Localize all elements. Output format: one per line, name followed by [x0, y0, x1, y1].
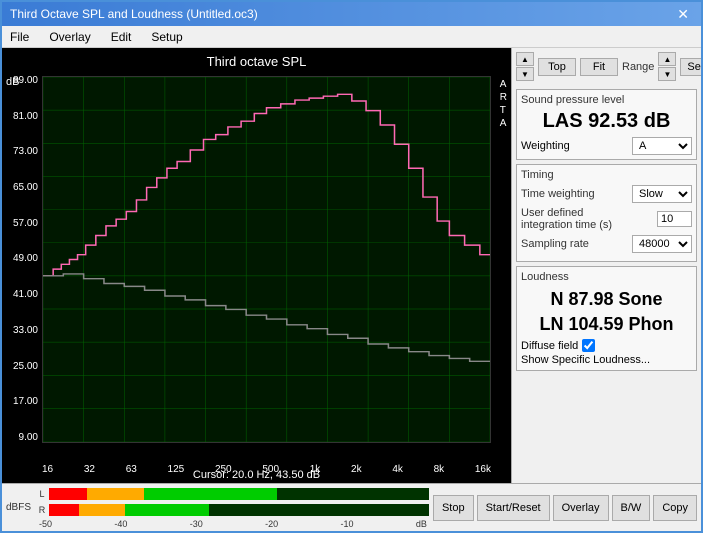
stop-button[interactable]: Stop [433, 495, 474, 521]
diffuse-checkbox[interactable] [582, 339, 595, 352]
weighting-label: Weighting [521, 140, 570, 152]
spl-section: Sound pressure level LAS 92.53 dB Weight… [516, 89, 697, 160]
menu-bar: File Overlay Edit Setup [2, 26, 701, 48]
sampling-label: Sampling rate [521, 238, 632, 250]
y-label-4: 57.00 [13, 219, 38, 229]
tick-5: dB [416, 519, 427, 529]
right-meter-bar [49, 504, 429, 516]
menu-file[interactable]: File [6, 28, 33, 46]
title-bar: Third Octave SPL and Loudness (Untitled.… [2, 2, 701, 26]
left-meter-bar [49, 488, 429, 500]
diffuse-label: Diffuse field [521, 340, 578, 352]
left-meter-row: L [37, 487, 429, 501]
arta-label: ARTA [500, 78, 507, 130]
top-controls: ▲ ▼ Top Fit Range ▲ ▼ Set [516, 52, 697, 81]
dbfs-label: dBFS [6, 502, 31, 513]
y-label-7: 33.00 [13, 326, 38, 336]
meter-container: L R -50 [37, 486, 429, 529]
y-label-0: 89.00 [13, 76, 38, 86]
fit-button[interactable]: Fit [580, 58, 618, 76]
integration-input[interactable]: 10 [657, 211, 692, 227]
app-window: Third Octave SPL and Loudness (Untitled.… [0, 0, 703, 533]
tick-2: -30 [190, 519, 203, 529]
close-button[interactable]: ✕ [673, 6, 693, 23]
diffuse-row: Diffuse field [521, 339, 692, 352]
chart-area: dB Third octave SPL ARTA 89.00 81.00 73.… [2, 48, 511, 483]
menu-setup[interactable]: Setup [147, 28, 186, 46]
y-label-5: 49.00 [13, 254, 38, 264]
chart-svg [43, 77, 490, 442]
loudness-title: Loudness [521, 271, 692, 283]
y-label-2: 73.00 [13, 147, 38, 157]
specific-row: Show Specific Loudness... [521, 354, 692, 366]
y-label-9: 17.00 [13, 397, 38, 407]
right-channel-label: R [37, 505, 47, 515]
loudness-line2: LN 104.59 Phon [521, 312, 692, 337]
y-label-6: 41.00 [13, 290, 38, 300]
overlay-button[interactable]: Overlay [553, 495, 609, 521]
y-label-8: 25.00 [13, 362, 38, 372]
y-axis-labels: 89.00 81.00 73.00 65.00 57.00 49.00 41.0… [2, 76, 42, 443]
loudness-section: Loudness N 87.98 Sone LN 104.59 Phon Dif… [516, 266, 697, 371]
x-label-1: 32 [84, 464, 95, 475]
sampling-select[interactable]: 48000 44100 96000 [632, 235, 692, 253]
menu-edit[interactable]: Edit [107, 28, 136, 46]
timing-section: Timing Time weighting Slow Fast Impulse … [516, 164, 697, 262]
right-panel: ▲ ▼ Top Fit Range ▲ ▼ Set Sound pressure… [511, 48, 701, 483]
top-arrow-down[interactable]: ▼ [516, 67, 534, 81]
top-arrow-group: ▲ ▼ [516, 52, 534, 81]
x-label-7: 2k [351, 464, 362, 475]
x-label-9: 8k [434, 464, 445, 475]
bw-button[interactable]: B/W [612, 495, 651, 521]
x-label-3: 125 [168, 464, 185, 475]
show-specific-label: Show Specific Loudness... [521, 354, 650, 366]
x-label-0: 16 [42, 464, 53, 475]
range-arrow-down[interactable]: ▼ [658, 67, 676, 81]
bottom-buttons: Stop Start/Reset Overlay B/W Copy [433, 495, 697, 521]
weighting-row: Weighting A B C Z [521, 137, 692, 155]
menu-overlay[interactable]: Overlay [45, 28, 94, 46]
tick-0: -50 [39, 519, 52, 529]
meter-ticks: -50 -40 -30 -20 -10 dB [37, 519, 429, 529]
timing-title: Timing [521, 169, 692, 181]
sampling-row: Sampling rate 48000 44100 96000 [521, 235, 692, 253]
window-title: Third Octave SPL and Loudness (Untitled.… [10, 7, 258, 21]
top-button[interactable]: Top [538, 58, 576, 76]
main-content: dB Third octave SPL ARTA 89.00 81.00 73.… [2, 48, 701, 483]
time-weighting-row: Time weighting Slow Fast Impulse [521, 185, 692, 203]
bottom-bar: dBFS L R [2, 483, 701, 531]
loudness-value: N 87.98 Sone LN 104.59 Phon [521, 287, 692, 337]
top-arrow-up[interactable]: ▲ [516, 52, 534, 66]
x-label-8: 4k [392, 464, 403, 475]
cursor-info: Cursor: 20.0 Hz, 43.50 dB [193, 469, 320, 481]
weighting-select[interactable]: A B C Z [632, 137, 692, 155]
loudness-line1: N 87.98 Sone [521, 287, 692, 312]
x-label-2: 63 [126, 464, 137, 475]
y-label-10: 9.00 [19, 433, 38, 443]
chart-canvas[interactable] [42, 76, 491, 443]
integration-row: User definedintegration time (s) 10 [521, 207, 692, 231]
left-channel-label: L [37, 489, 47, 499]
integration-label: User definedintegration time (s) [521, 207, 657, 231]
y-label-1: 81.00 [13, 112, 38, 122]
time-weighting-select[interactable]: Slow Fast Impulse [632, 185, 692, 203]
start-reset-button[interactable]: Start/Reset [477, 495, 550, 521]
tick-3: -20 [265, 519, 278, 529]
range-arrow-group: ▲ ▼ [658, 52, 676, 81]
tick-1: -40 [114, 519, 127, 529]
spl-value: LAS 92.53 dB [521, 110, 692, 133]
right-meter-row: R [37, 503, 429, 517]
time-weighting-label: Time weighting [521, 188, 632, 200]
y-label-3: 65.00 [13, 183, 38, 193]
spl-title: Sound pressure level [521, 94, 692, 106]
range-arrow-up[interactable]: ▲ [658, 52, 676, 66]
set-button[interactable]: Set [680, 58, 701, 76]
copy-button[interactable]: Copy [653, 495, 697, 521]
chart-title: Third octave SPL [207, 54, 307, 69]
x-label-10: 16k [475, 464, 491, 475]
tick-4: -10 [341, 519, 354, 529]
range-label: Range [622, 61, 654, 73]
